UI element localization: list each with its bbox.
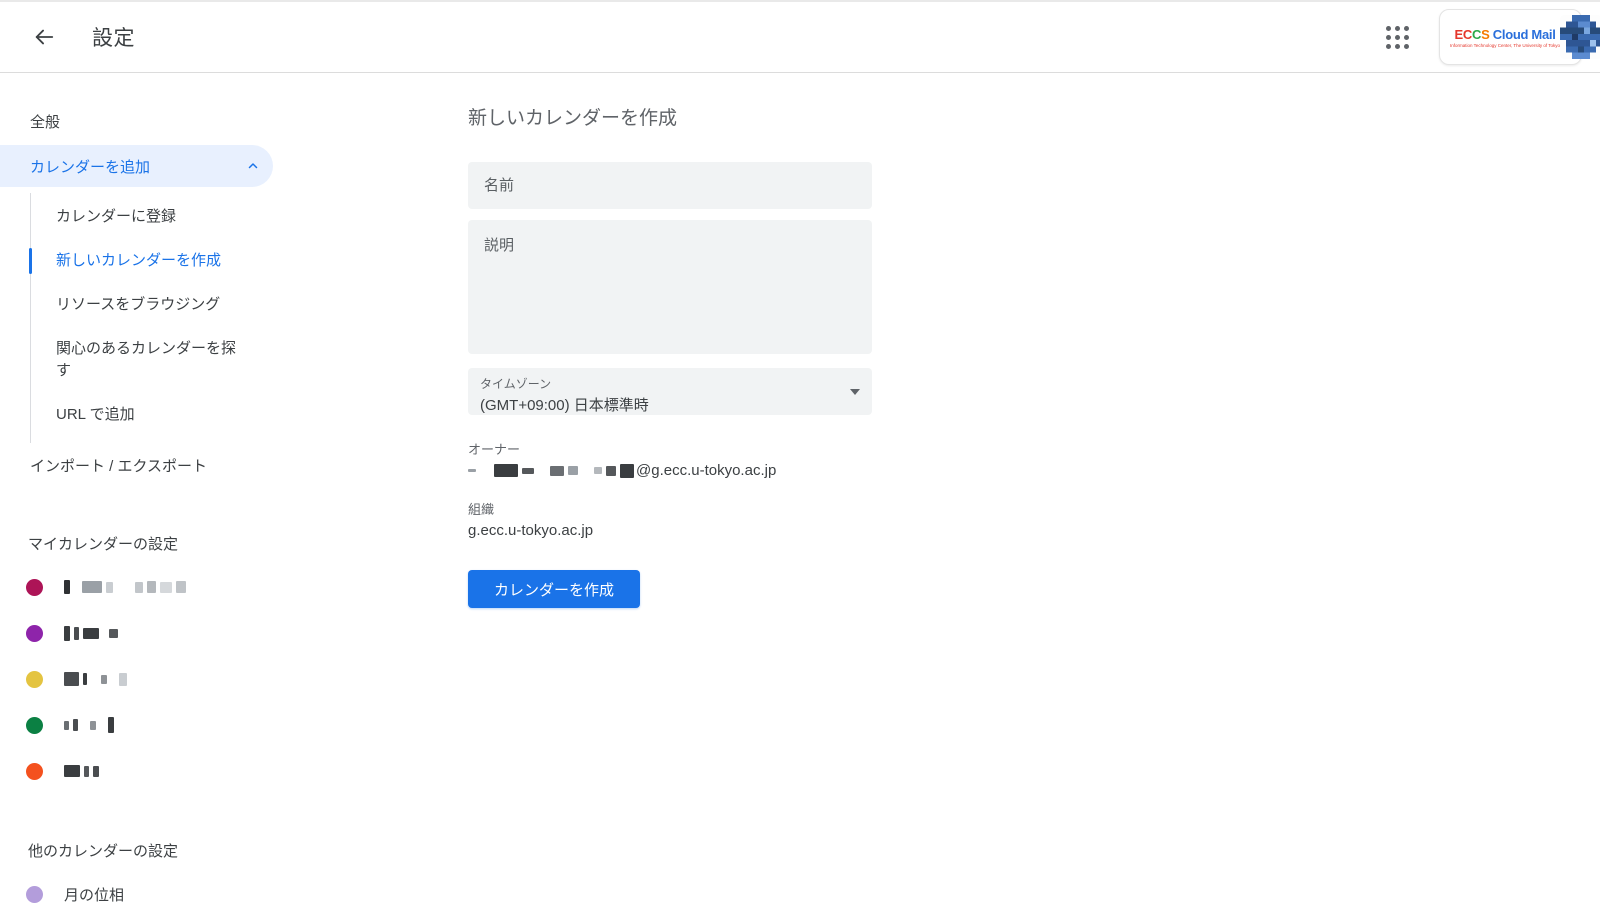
my-calendars-heading: マイカレンダーの設定 (0, 509, 468, 564)
dropdown-caret-icon (850, 389, 860, 395)
organization-label: 組織 (468, 499, 1600, 518)
my-calendar-row[interactable] (0, 610, 468, 656)
organization-block: 組織 g.ecc.u-tokyo.ac.jp (468, 499, 1600, 539)
profile-avatar[interactable] (1560, 15, 1600, 59)
calendar-color-dot (26, 717, 43, 734)
add-calendar-submenu: カレンダーに登録 新しいカレンダーを作成 リソースをブラウジング 関心のあるカレ… (30, 193, 468, 443)
calendar-description-input[interactable] (468, 220, 872, 354)
my-calendar-row[interactable] (0, 702, 468, 748)
my-calendar-row[interactable] (0, 656, 468, 702)
timezone-label: タイムゾーン (480, 375, 858, 392)
header: 設定 ECCS Cloud Mail Information Technolog… (0, 0, 1600, 73)
chevron-up-icon (247, 160, 259, 172)
calendar-color-dot (26, 671, 43, 688)
my-calendar-row[interactable] (0, 748, 468, 794)
add-calendar-label: カレンダーを追加 (30, 156, 150, 177)
sidebar-item-import-export[interactable]: インポート / エクスポート (0, 443, 468, 487)
sidebar-item-from-url[interactable]: URL で追加 (31, 393, 236, 437)
settings-sidebar: 全般 カレンダーを追加 カレンダーに登録 新しいカレンダーを作成 リソースをブラ… (0, 73, 468, 915)
create-calendar-panel: 新しいカレンダーを作成 タイムゾーン (GMT+09:00) 日本標準時 オーナ… (468, 73, 1600, 915)
redacted-calendar-name (64, 765, 99, 777)
panel-title: 新しいカレンダーを作成 (468, 103, 1600, 130)
sidebar-item-create-calendar[interactable]: 新しいカレンダーを作成 (31, 239, 236, 283)
page-title: 設定 (92, 22, 135, 52)
sidebar-item-browse-interesting[interactable]: 関心のあるカレンダーを探す (31, 327, 236, 393)
eccs-logo: ECCS Cloud Mail Information Technology C… (1450, 27, 1560, 48)
owner-email-domain: @g.ecc.u-tokyo.ac.jp (636, 462, 776, 479)
back-button[interactable] (24, 17, 64, 57)
owner-label: オーナー (468, 439, 1600, 458)
eccs-logo-subtitle: Information Technology Center, The Unive… (1450, 43, 1560, 48)
sidebar-item-browse-resources[interactable]: リソースをブラウジング (31, 283, 236, 327)
other-calendars-heading: 他のカレンダーの設定 (0, 816, 468, 871)
google-apps-icon[interactable] (1377, 17, 1417, 57)
account-logo-card[interactable]: ECCS Cloud Mail Information Technology C… (1439, 9, 1582, 65)
sidebar-item-subscribe-calendar[interactable]: カレンダーに登録 (31, 195, 236, 239)
calendar-color-dot (26, 763, 43, 780)
calendar-name-input[interactable] (468, 162, 872, 209)
organization-value: g.ecc.u-tokyo.ac.jp (468, 522, 1600, 539)
timezone-select[interactable]: タイムゾーン (GMT+09:00) 日本標準時 (468, 368, 872, 415)
redacted-calendar-name (64, 580, 186, 594)
calendar-color-dot (26, 625, 43, 642)
other-calendar-row-moon-phases[interactable]: 月の位相 (0, 871, 468, 915)
calendar-name: 月の位相 (64, 884, 124, 905)
eccs-logo-title: ECCS Cloud Mail (1450, 27, 1560, 42)
owner-block: オーナー @g.ecc.u-tokyo.ac.jp (468, 439, 1600, 479)
timezone-value: (GMT+09:00) 日本標準時 (480, 394, 858, 415)
sidebar-item-add-calendar[interactable]: カレンダーを追加 (0, 145, 273, 187)
redacted-calendar-name (64, 717, 114, 733)
redacted-owner-name (468, 464, 634, 478)
my-calendar-row[interactable] (0, 564, 468, 610)
arrow-left-icon (33, 26, 55, 48)
redacted-calendar-name (64, 672, 127, 686)
redacted-calendar-name (64, 626, 118, 641)
calendar-color-dot (26, 579, 43, 596)
calendar-color-dot (26, 886, 43, 903)
create-calendar-button[interactable]: カレンダーを作成 (468, 570, 640, 608)
sidebar-item-general[interactable]: 全般 (0, 99, 468, 143)
